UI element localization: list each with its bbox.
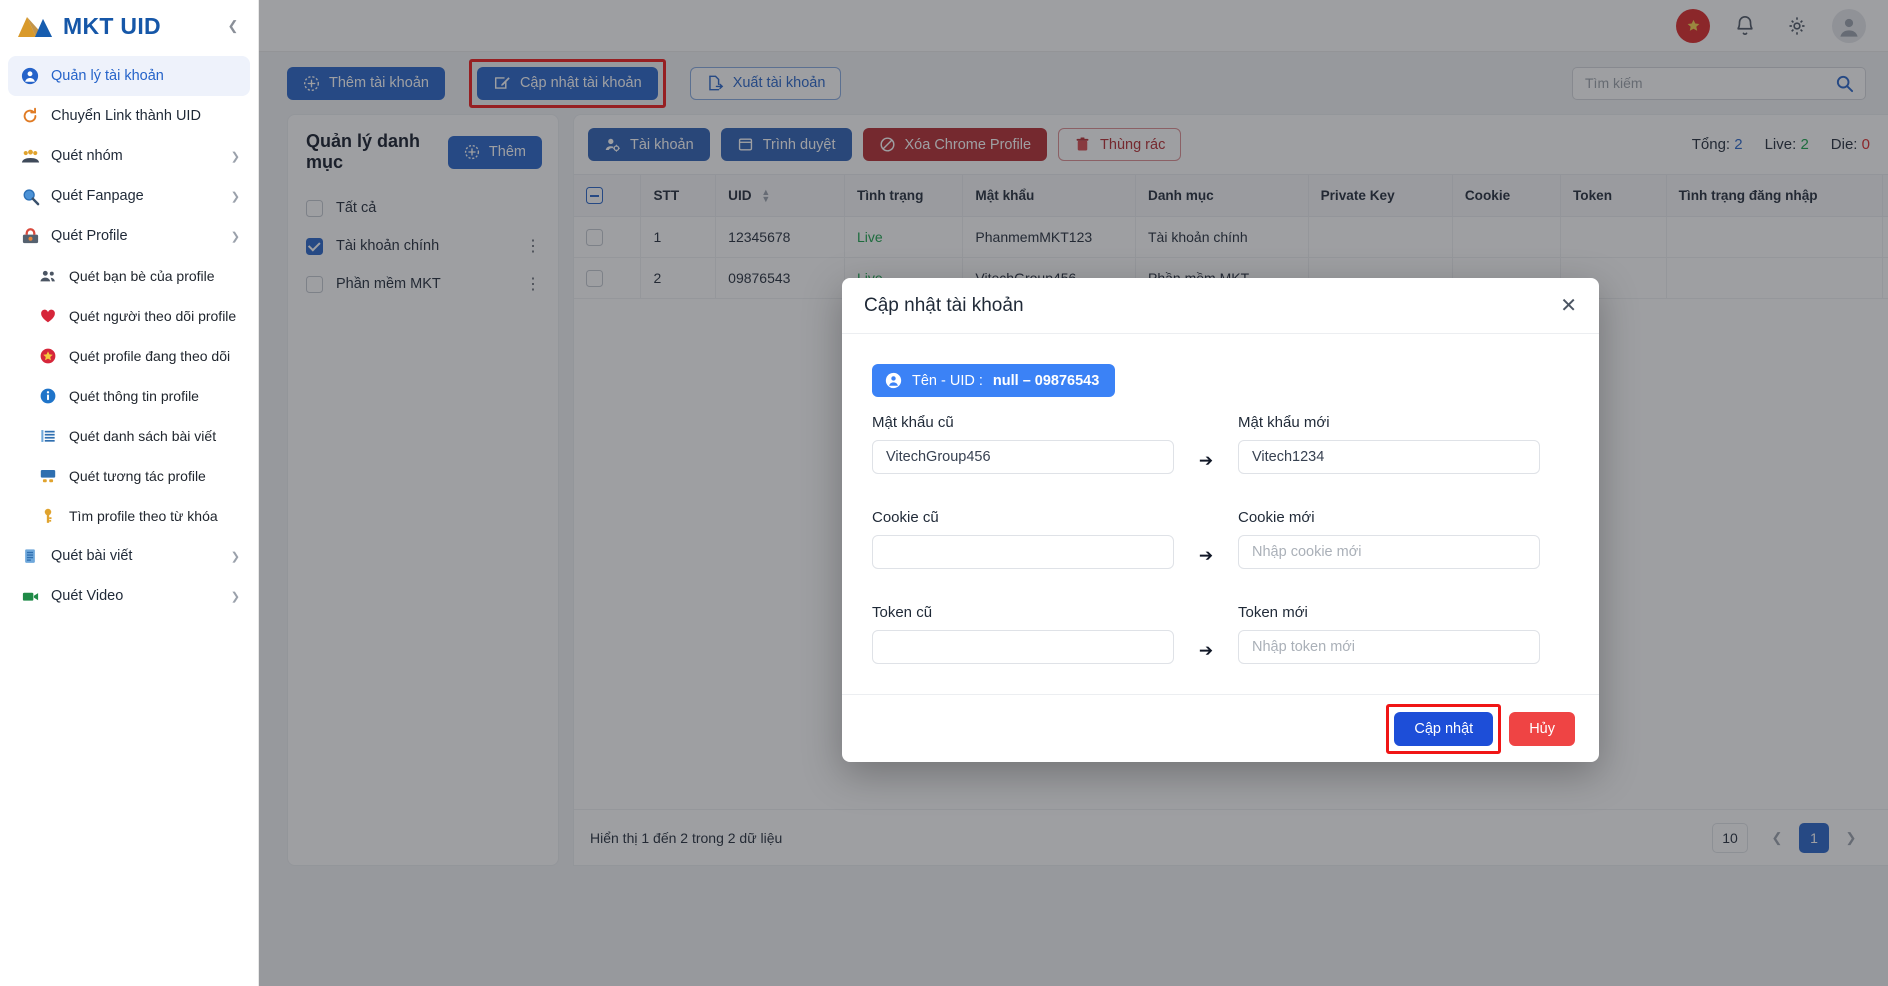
sidebar-item-label: Chuyển Link thành UID	[51, 108, 201, 124]
new-cookie-input[interactable]	[1238, 535, 1540, 569]
refresh-icon	[20, 106, 40, 126]
new-password-block: Mật khẩu mới	[1238, 414, 1540, 474]
sidebar-item-label: Quét danh sách bài viết	[69, 428, 217, 444]
new-token-label: Token mới	[1238, 604, 1308, 621]
uid-chip-prefix: Tên - UID :	[912, 372, 983, 389]
sidebar-item-quet-profile-dang-theo-doi[interactable]: Quét profile đang theo dõi	[26, 336, 250, 376]
user-circle-icon	[20, 66, 40, 86]
update-account-modal: Cập nhật tài khoản ✕ Tên - UID : null – …	[842, 278, 1599, 762]
chevron-right-icon: ❯	[230, 590, 240, 603]
sidebar-item-quet-profile[interactable]: Quét Profile ❯	[8, 216, 250, 256]
modal-footer: Cập nhật Hủy	[842, 694, 1599, 762]
sidebar-item-quet-fanpage[interactable]: Quét Fanpage ❯	[8, 176, 250, 216]
sidebar-item-label: Quét bài viết	[51, 548, 133, 564]
sidebar-item-label: Quét bạn bè của profile	[69, 268, 215, 284]
chevron-down-icon: ❯	[230, 230, 240, 243]
modal-body: Tên - UID : null – 09876543 Mật khẩu cũ …	[842, 334, 1599, 694]
sidebar-item-chuyen-link-thanh-uid[interactable]: Chuyển Link thành UID	[8, 96, 250, 136]
new-cookie-label: Cookie mới	[1238, 509, 1315, 526]
info-icon	[38, 386, 58, 406]
new-token-input[interactable]	[1238, 630, 1540, 664]
list-icon	[38, 426, 58, 446]
sidebar-item-quet-thong-tin-profile[interactable]: Quét thông tin profile	[26, 376, 250, 416]
field-spacer	[872, 478, 1569, 509]
sidebar-item-quet-danh-sach-bai-viet[interactable]: Quét danh sách bài viết	[26, 416, 250, 456]
old-cookie-block: Cookie cũ	[872, 509, 1174, 569]
password-field-group: Mật khẩu cũ ➔ Mật khẩu mới	[872, 414, 1569, 478]
sidebar-item-quan-ly-tai-khoan[interactable]: Quản lý tài khoản	[8, 56, 250, 96]
submit-button[interactable]: Cập nhật	[1394, 711, 1494, 746]
old-token-block: Token cũ	[872, 604, 1174, 664]
sidebar-nav: Quản lý tài khoản Chuyển Link thành UID …	[0, 52, 258, 616]
sidebar-item-quet-nhom[interactable]: Quét nhóm ❯	[8, 136, 250, 176]
main-area: Thêm tài khoản Cập nhật tài khoản Xuất t…	[259, 0, 1888, 986]
sidebar-item-quet-nguoi-theo-doi-profile[interactable]: Quét người theo dõi profile	[26, 296, 250, 336]
sidebar-item-label: Quét Fanpage	[51, 188, 144, 204]
sidebar-item-tim-profile-theo-tu-khoa[interactable]: Tìm profile theo từ khóa	[26, 496, 250, 536]
document-icon	[20, 546, 40, 566]
sidebar-item-label: Tìm profile theo từ khóa	[69, 508, 218, 524]
people-icon	[38, 266, 58, 286]
sidebar-item-label: Quản lý tài khoản	[51, 68, 164, 84]
sidebar-item-label: Quét người theo dõi profile	[69, 308, 237, 324]
profile-scan-icon	[20, 226, 40, 246]
close-icon[interactable]: ✕	[1560, 296, 1577, 316]
sidebar-item-label: Quét tương tác profile	[69, 468, 206, 484]
old-token-input[interactable]	[872, 630, 1174, 664]
sidebar-collapse-icon[interactable]: ❮	[222, 15, 244, 37]
uid-chip-value: null – 09876543	[992, 372, 1100, 389]
sidebar-item-quet-bai-viet[interactable]: Quét bài viết ❯	[8, 536, 250, 576]
old-password-input[interactable]	[872, 440, 1174, 474]
magnifier-icon	[20, 186, 40, 206]
sidebar: MKT UID ❮ Quản lý tài khoản Chuyển Link …	[0, 0, 259, 986]
user-circle-icon	[885, 372, 902, 389]
app-window: MKT UID ❮ Quản lý tài khoản Chuyển Link …	[0, 0, 1888, 986]
old-password-label: Mật khẩu cũ	[872, 414, 954, 431]
new-password-label: Mật khẩu mới	[1238, 414, 1330, 431]
arrow-right-icon: ➔	[1198, 546, 1214, 565]
new-cookie-block: Cookie mới	[1238, 509, 1540, 569]
brand-name: MKT UID	[63, 12, 161, 39]
old-cookie-input[interactable]	[872, 535, 1174, 569]
group-icon	[20, 146, 40, 166]
arrow-right-icon: ➔	[1198, 451, 1214, 470]
sidebar-item-label: Quét Video	[51, 588, 124, 604]
mkt-logo-icon	[16, 13, 54, 39]
old-password-block: Mật khẩu cũ	[872, 414, 1174, 474]
sidebar-item-quet-tuong-tac-profile[interactable]: Quét tương tác profile	[26, 456, 250, 496]
sidebar-item-quet-ban-be-cua-profile[interactable]: Quét bạn bè của profile	[26, 256, 250, 296]
modal-title: Cập nhật tài khoản	[864, 294, 1024, 316]
modal-header: Cập nhật tài khoản ✕	[842, 278, 1599, 334]
chevron-right-icon: ❯	[230, 550, 240, 563]
brand-header: MKT UID ❮	[0, 0, 258, 52]
chevron-right-icon: ❯	[230, 150, 240, 163]
old-cookie-label: Cookie cũ	[872, 509, 939, 526]
video-camera-icon	[20, 586, 40, 606]
star-badge-icon	[38, 346, 58, 366]
submit-highlight: Cập nhật	[1386, 703, 1502, 754]
chevron-right-icon: ❯	[230, 190, 240, 203]
sidebar-item-label: Quét nhóm	[51, 148, 123, 164]
interaction-icon	[38, 466, 58, 486]
sidebar-item-label: Quét Profile	[51, 228, 128, 244]
sidebar-item-label: Quét thông tin profile	[69, 388, 199, 404]
account-uid-chip: Tên - UID : null – 09876543	[872, 364, 1116, 397]
new-token-block: Token mới	[1238, 604, 1540, 664]
sidebar-item-label: Quét profile đang theo dõi	[69, 348, 231, 364]
sidebar-item-quet-video[interactable]: Quét Video ❯	[8, 576, 250, 616]
key-icon	[38, 506, 58, 526]
token-field-group: Token cũ ➔ Token mới	[872, 604, 1569, 668]
cookie-field-group: Cookie cũ ➔ Cookie mới	[872, 509, 1569, 573]
arrow-right-icon: ➔	[1198, 641, 1214, 660]
old-token-label: Token cũ	[872, 604, 933, 621]
new-password-input[interactable]	[1238, 440, 1540, 474]
cancel-button[interactable]: Hủy	[1509, 711, 1575, 746]
heart-icon	[38, 306, 58, 326]
sidebar-submenu-quet-profile: Quét bạn bè của profile Quét người theo …	[8, 256, 250, 536]
field-spacer	[872, 573, 1569, 604]
